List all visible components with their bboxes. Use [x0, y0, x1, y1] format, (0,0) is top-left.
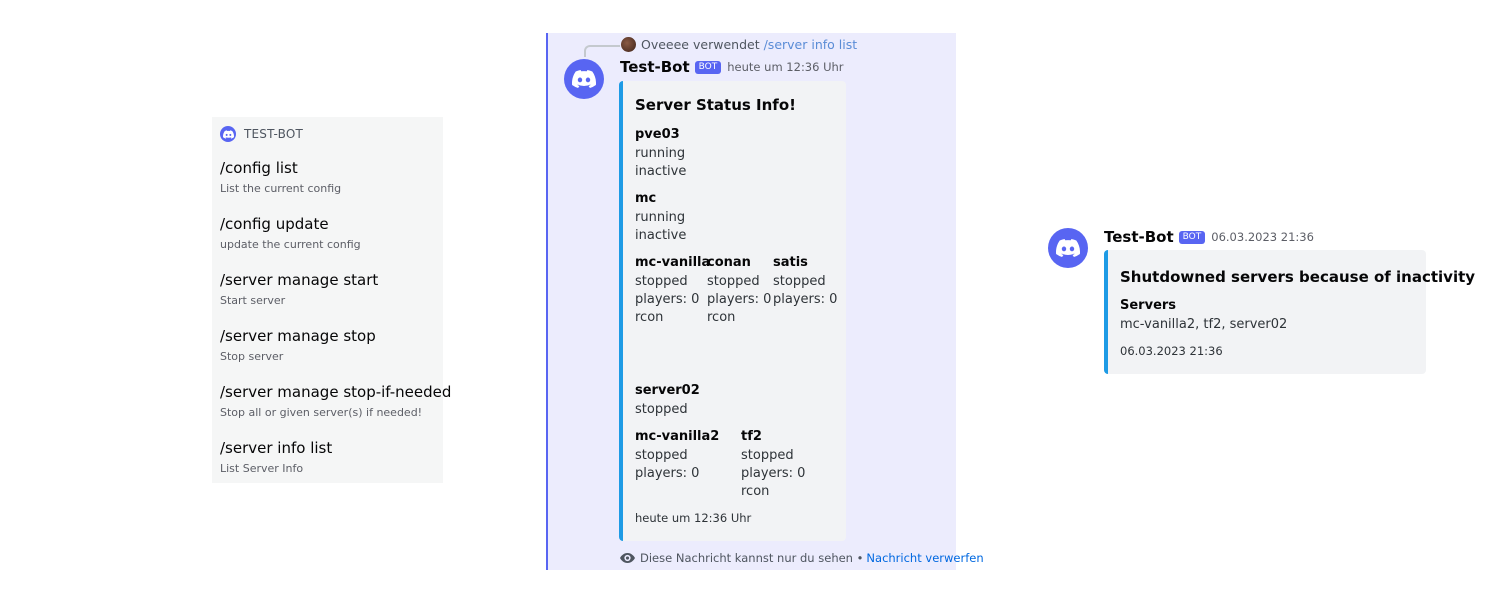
field-name: conan [707, 255, 751, 270]
field-name: satis [773, 255, 808, 270]
embed-footer: 06.03.2023 21:36 [1120, 344, 1223, 358]
dismiss-message-link[interactable]: Nachricht verwerfen [866, 551, 983, 565]
author-name[interactable]: Test-Bot [1104, 228, 1174, 246]
field-name: tf2 [741, 429, 762, 444]
bot-name: TEST-BOT [244, 127, 304, 141]
command-item[interactable]: /config update update the current config [220, 215, 440, 252]
reply-command[interactable]: /server info list [764, 37, 858, 52]
command-name: /server info list [220, 439, 333, 457]
discord-icon [572, 70, 596, 88]
embed-field: mc running inactive [635, 191, 686, 245]
command-list-panel: TEST-BOT /config list List the current c… [212, 117, 452, 483]
command-description: List the current config [220, 182, 342, 195]
command-item[interactable]: /server manage stop Stop server [220, 327, 440, 364]
field-value: stopped players: 0 rcon [741, 448, 806, 499]
field-value: running inactive [635, 210, 687, 243]
user-avatar[interactable] [621, 36, 636, 52]
status-embed: Server Status Info! pve03 running inactiv… [619, 81, 846, 541]
command-description: List Server Info [220, 462, 304, 475]
discord-icon [220, 126, 236, 142]
embed-field: pve03 running inactive [635, 127, 686, 181]
reply-context[interactable]: Oveeee verwendet /server info list [621, 36, 857, 52]
field-value: stopped [635, 402, 688, 417]
embed-title: Server Status Info! [635, 96, 796, 114]
reply-action: verwendet [693, 36, 760, 52]
eye-icon [620, 553, 635, 563]
field-name: pve03 [635, 127, 680, 142]
field-value: stopped players: 0 rcon [707, 274, 772, 325]
message-header: Test-Bot BOT 06.03.2023 21:36 [1104, 228, 1314, 246]
field-name: Servers [1120, 298, 1177, 313]
message-timestamp[interactable]: 06.03.2023 21:36 [1211, 230, 1314, 244]
command-name: /config list [220, 159, 298, 177]
command-name: /config update [220, 215, 329, 233]
bot-badge: BOT [1178, 230, 1206, 244]
field-name: server02 [635, 383, 700, 398]
command-item[interactable]: /server manage start Start server [220, 271, 440, 308]
command-description: Stop all or given server(s) if needed! [220, 406, 423, 419]
command-item[interactable]: /config list List the current config [220, 159, 440, 196]
command-item[interactable]: /server info list List Server Info [220, 439, 440, 476]
author-name[interactable]: Test-Bot [620, 58, 690, 76]
field-name: mc [635, 191, 657, 206]
embed-field: tf2 stopped players: 0 rcon [741, 429, 805, 501]
reply-user[interactable]: Oveeee [641, 37, 689, 52]
ephemeral-text: Diese Nachricht kannst nur du sehen • [640, 551, 864, 565]
message-timestamp[interactable]: heute um 12:36 Uhr [727, 60, 843, 74]
discord-icon [1056, 239, 1080, 257]
shutdown-message: Test-Bot BOT 06.03.2023 21:36 Shutdowned… [1046, 228, 1475, 378]
field-name: mc-vanilla2 [635, 429, 720, 444]
bot-badge: BOT [694, 60, 722, 74]
command-list-header: TEST-BOT [220, 125, 303, 143]
status-message: Oveeee verwendet /server info list Test-… [546, 33, 984, 570]
ephemeral-notice: Diese Nachricht kannst nur du sehen • Na… [620, 551, 984, 565]
command-name: /server manage stop-if-needed [220, 383, 452, 401]
embed-field: server02 stopped [635, 383, 700, 419]
embed-title: Shutdowned servers because of inactivity [1120, 268, 1476, 286]
bot-avatar[interactable] [564, 59, 604, 99]
shutdown-embed: Shutdowned servers because of inactivity… [1104, 250, 1475, 374]
embed-field: conan stopped players: 0 rcon [707, 255, 771, 327]
field-name: mc-vanilla [635, 255, 711, 270]
embed-field: mc-vanilla2 stopped players: 0 [635, 429, 719, 483]
bot-avatar[interactable] [1048, 228, 1088, 268]
embed-field: Servers mc-vanilla2, tf2, server02 [1120, 298, 1287, 334]
field-value: stopped players: 0 [773, 274, 838, 307]
command-name: /server manage start [220, 271, 379, 289]
message-header: Test-Bot BOT heute um 12:36 Uhr [620, 58, 844, 76]
field-value: stopped players: 0 [635, 448, 700, 481]
command-item[interactable]: /server manage stop-if-needed Stop all o… [220, 383, 452, 420]
command-name: /server manage stop [220, 327, 376, 345]
embed-field: satis stopped players: 0 [773, 255, 837, 309]
embed-footer: heute um 12:36 Uhr [635, 511, 752, 525]
field-value: stopped players: 0 rcon [635, 274, 700, 325]
command-description: Start server [220, 294, 286, 307]
command-description: update the current config [220, 238, 361, 251]
field-value: mc-vanilla2, tf2, server02 [1120, 317, 1288, 332]
reply-connector [584, 45, 620, 57]
command-description: Stop server [220, 350, 284, 363]
embed-field: mc-vanilla stopped players: 0 rcon [635, 255, 710, 327]
field-value: running inactive [635, 146, 687, 179]
